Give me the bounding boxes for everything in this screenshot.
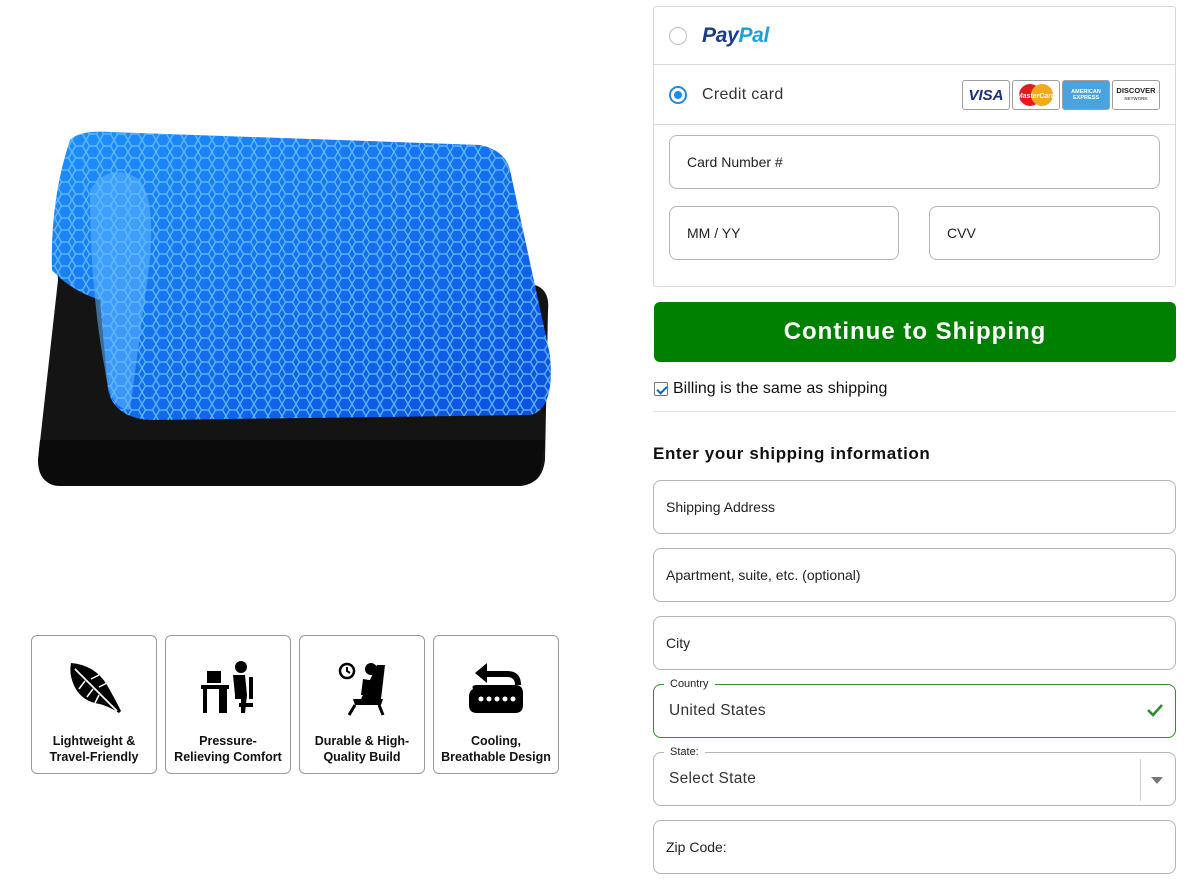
country-value: United States [669,702,766,719]
billing-same-row[interactable]: Billing is the same as shipping [654,380,887,398]
feature-label: Durable & High- Quality Build [314,734,410,764]
select-separator [1140,759,1141,801]
airflow-cushion-icon [464,656,528,720]
credit-card-option[interactable]: Credit card VISA MasterCard AMERICAN EXP… [654,65,1175,125]
discover-logo: DISCOVER NETWORK [1112,80,1160,110]
payment-methods: PayPal Credit card VISA MasterCard AMERI… [653,6,1176,287]
paypal-option[interactable]: PayPal [654,7,1175,65]
feature-cards: Lightweight & Travel-Friendly Pressure- … [31,635,559,774]
divider [653,411,1176,412]
mastercard-logo: MasterCard [1012,80,1060,110]
chevron-down-icon[interactable] [1151,777,1163,784]
shipping-address-field[interactable]: Shipping Address [653,480,1176,534]
apartment-field[interactable]: Apartment, suite, etc. (optional) [653,548,1176,602]
paypal-radio[interactable] [669,26,687,45]
feature-card-lightweight: Lightweight & Travel-Friendly [31,635,157,774]
feature-label: Lightweight & Travel-Friendly [49,734,139,764]
card-logos: VISA MasterCard AMERICAN EXPRESS DISCOVE… [962,80,1160,110]
cvv-field[interactable]: CVV [929,206,1160,260]
feature-label: Pressure- Relieving Comfort [174,734,282,764]
product-image [30,110,560,510]
svg-text:MasterCard: MasterCard [1017,93,1056,100]
expiry-field[interactable]: MM / YY [669,206,899,260]
feather-icon [62,656,126,720]
feature-card-cooling: Cooling, Breathable Design [433,635,559,774]
country-select[interactable]: Country United States [653,677,1176,738]
desk-worker-icon [196,656,260,720]
shipping-section-title: Enter your shipping information [653,444,931,463]
billing-same-checkbox[interactable] [654,382,668,396]
country-label: Country [664,677,715,691]
credit-card-radio[interactable] [669,85,687,104]
checkmark-icon [1147,704,1163,717]
amex-logo: AMERICAN EXPRESS [1062,80,1110,110]
continue-to-shipping-button[interactable]: Continue to Shipping [654,302,1176,362]
visa-logo: VISA [962,80,1010,110]
seated-person-clock-icon [330,656,394,720]
state-value: Select State [669,770,757,787]
card-number-field[interactable]: Card Number # [669,135,1160,189]
billing-same-label: Billing is the same as shipping [673,380,888,397]
feature-label: Cooling, Breathable Design [441,734,551,764]
feature-card-durable: Durable & High- Quality Build [299,635,425,774]
paypal-logo: PayPal [702,23,770,47]
state-label: State: [664,745,705,759]
city-field[interactable]: City [653,616,1176,670]
credit-card-label: Credit card [702,85,784,103]
state-select[interactable]: State: Select State [653,745,1176,806]
feature-card-pressure: Pressure- Relieving Comfort [165,635,291,774]
zip-code-field[interactable]: Zip Code: [653,820,1176,874]
